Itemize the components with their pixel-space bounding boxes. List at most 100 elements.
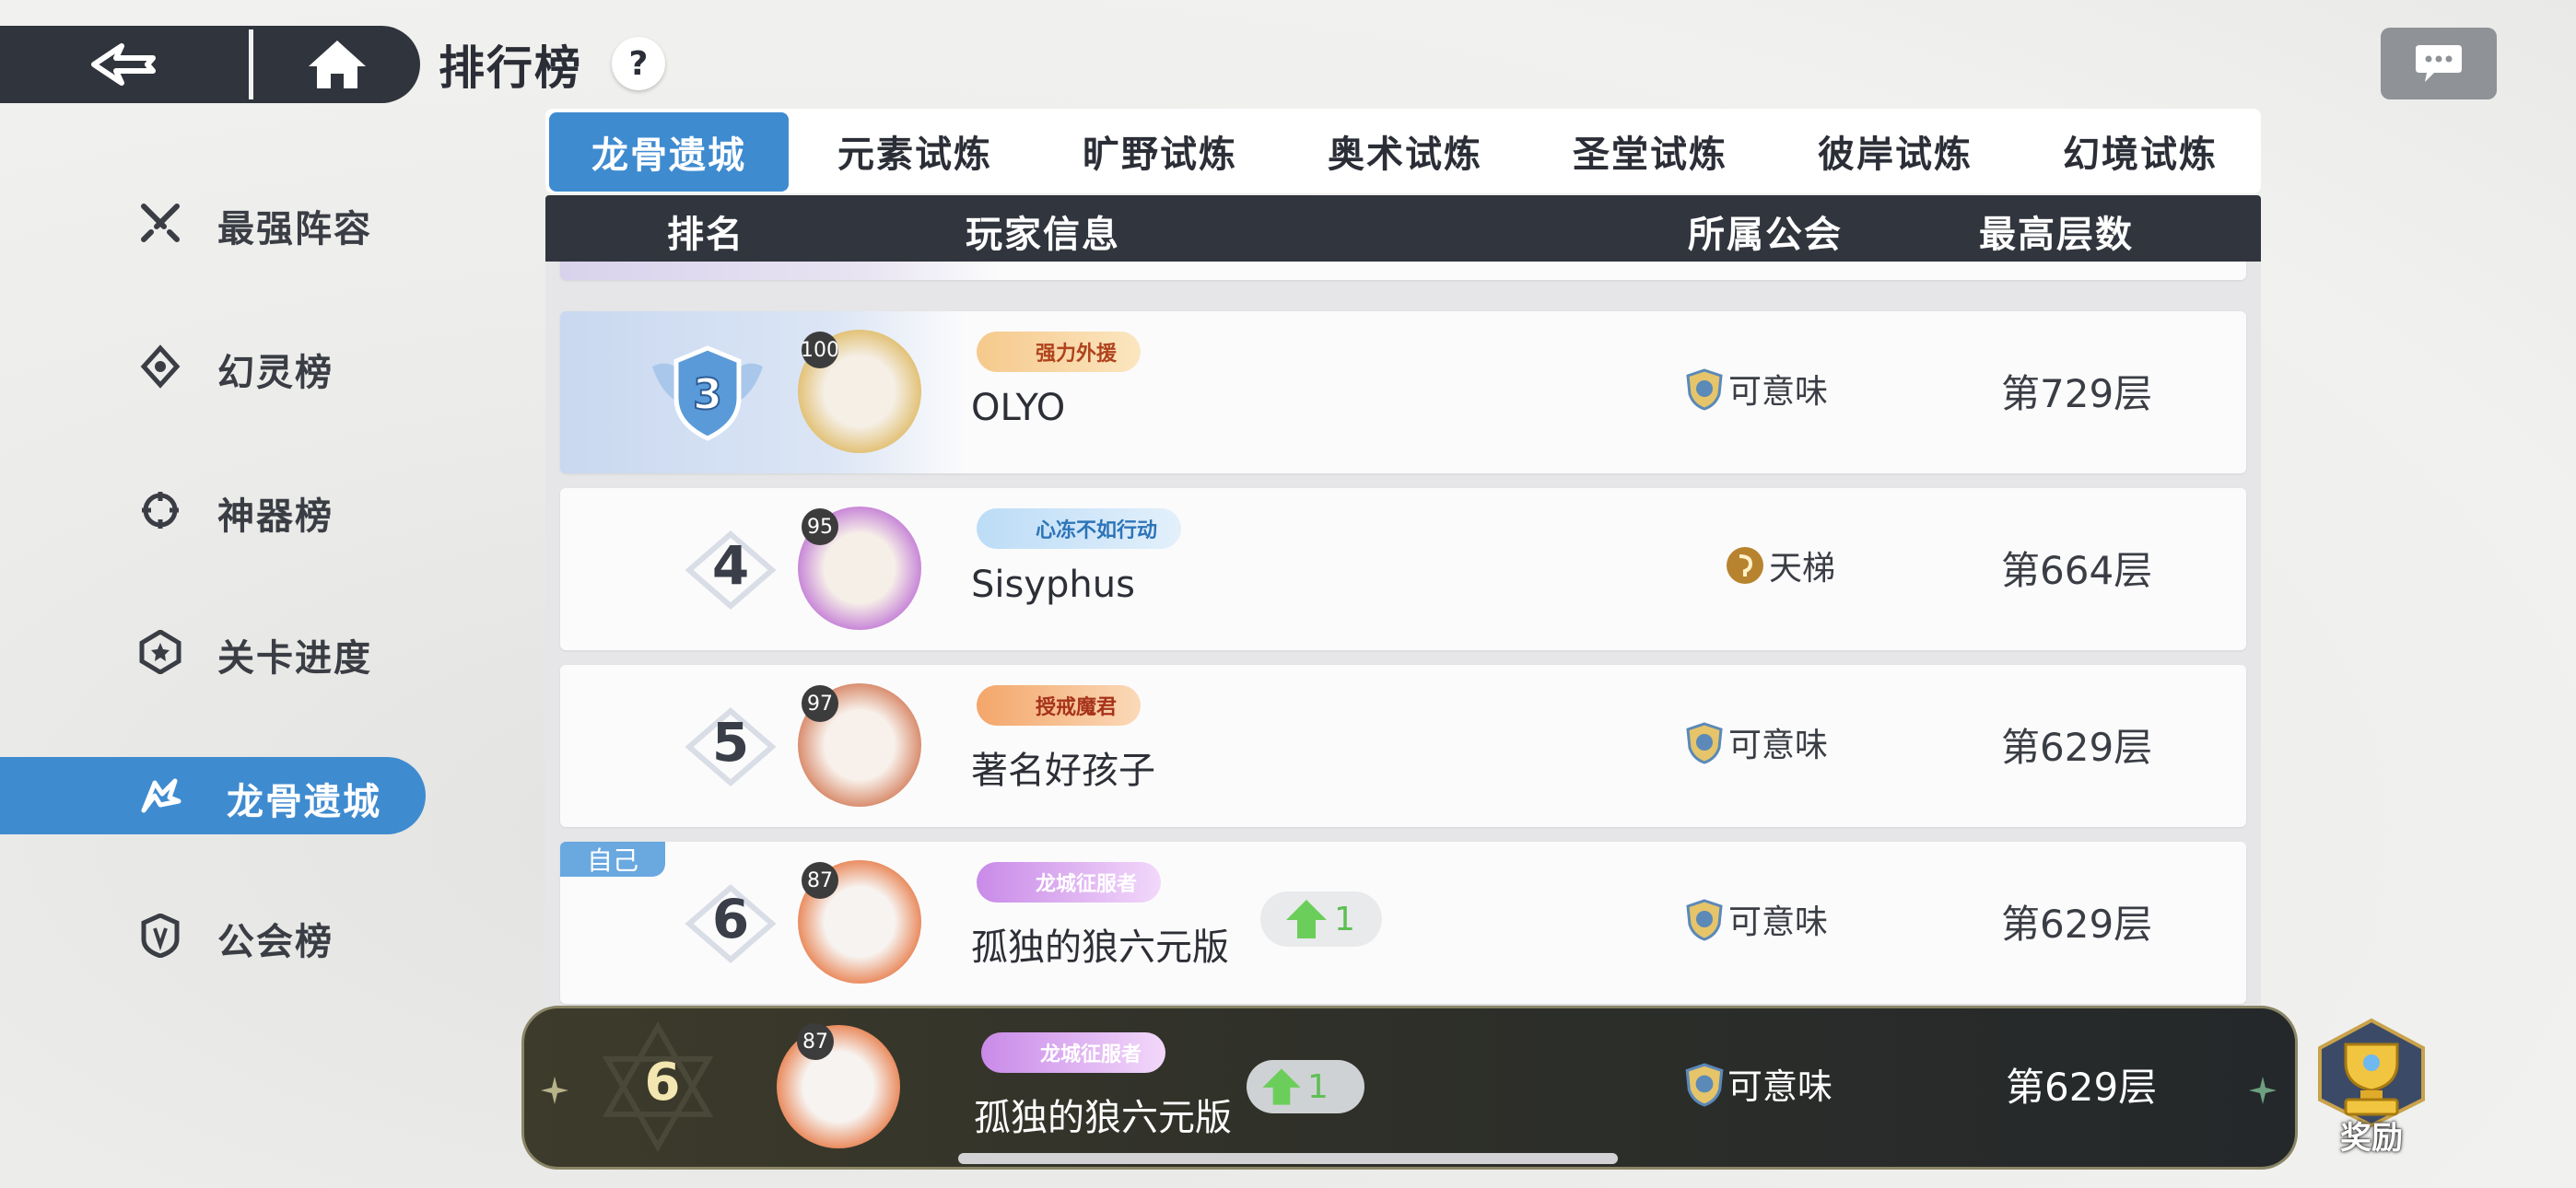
back-arrow-icon — [91, 43, 156, 86]
top-nav-bar — [0, 26, 420, 103]
player-name: OLYO — [971, 387, 1066, 429]
sidebar-item-stage-progress[interactable]: 关卡进度 — [0, 613, 426, 691]
level-badge: 87 — [802, 862, 838, 899]
trial-tab-bar: 龙骨遗城 元素试炼 旷野试炼 奥术试炼 圣堂试炼 彼岸试炼 幻境试炼 — [545, 109, 2261, 193]
sidebar-item-artifact[interactable]: 神器榜 — [0, 472, 426, 549]
guild-info: 可意味 — [1682, 895, 1828, 943]
rank-number: 3 — [693, 369, 722, 419]
rank-3-medal-icon: 3 — [652, 345, 763, 441]
sidebar-item-strongest-lineup[interactable]: 最强阵容 — [0, 184, 426, 262]
page-title: 排行榜 — [439, 41, 582, 95]
rank-number: 6 — [711, 888, 750, 950]
home-icon — [309, 41, 366, 88]
guild-emblem-icon — [1685, 1063, 1724, 1107]
sidebar-item-label: 关卡进度 — [217, 637, 372, 680]
guild-name: 可意味 — [1728, 727, 1829, 764]
sidebar-item-label: 幻灵榜 — [217, 352, 334, 394]
my-rank-change-badge: 1 — [1247, 1060, 1364, 1113]
my-rank-bar[interactable]: 6 87 龙城征服者 孤独的狼六元版 1 可意味 第629层 — [521, 1006, 2298, 1170]
title-badge: 龙城征服者 — [977, 862, 1162, 903]
help-button[interactable]: ? — [612, 37, 665, 90]
column-header-rank: 排名 — [667, 214, 744, 256]
player-name: Sisyphus — [971, 564, 1135, 606]
my-rank-number: 6 — [644, 1053, 681, 1112]
guild-info: 天梯 — [1723, 542, 1835, 589]
star-badge-icon — [139, 630, 181, 674]
ranking-list[interactable]: 3 100 强力外援 OLYO 可意味 第729层 4 95 心冻不如行动 Si… — [545, 262, 2261, 1007]
tab-sanctuary-trial[interactable]: 圣堂试炼 — [1528, 109, 1773, 193]
up-arrow-icon — [1262, 1068, 1301, 1105]
my-title-badge: 龙城征服者 — [981, 1032, 1166, 1073]
guild-info: 可意味 — [1682, 718, 1828, 766]
rank-change-badge: 1 — [1260, 891, 1382, 947]
guild-emblem-icon — [1727, 547, 1763, 584]
tab-arcane-trial[interactable]: 奥术试炼 — [1282, 109, 1528, 193]
home-button[interactable] — [256, 26, 418, 103]
guild-name: 天梯 — [1769, 550, 1836, 588]
tab-dragon-bone-city[interactable]: 龙骨遗城 — [549, 112, 789, 192]
trophy-chest-icon — [2318, 1018, 2425, 1128]
my-player-name: 孤独的狼六元版 — [974, 1097, 1232, 1139]
sidebar-item-label: 最强阵容 — [217, 208, 372, 250]
max-floors: 第629层 — [2001, 902, 2153, 947]
guild-emblem-icon — [1686, 368, 1723, 411]
tab-far-shore-trial[interactable]: 彼岸试炼 — [1773, 109, 2018, 193]
sidebar-item-dragon-bone-city[interactable]: 龙骨遗城 — [0, 757, 426, 834]
tab-wilderness-trial[interactable]: 旷野试炼 — [1037, 109, 1282, 193]
tab-illusion-trial[interactable]: 幻境试炼 — [2018, 109, 2263, 193]
reward-label: 奖励 — [2340, 1120, 2403, 1157]
my-guild-name: 可意味 — [1727, 1066, 1833, 1107]
guild-name: 可意味 — [1728, 903, 1829, 941]
back-button[interactable] — [0, 26, 247, 103]
guild-info: 可意味 — [1682, 365, 1828, 413]
table-header: 排名 玩家信息 所属公会 最高层数 — [545, 195, 2261, 262]
sidebar-item-spirit[interactable]: 幻灵榜 — [0, 328, 426, 405]
max-floors: 第629层 — [2001, 725, 2153, 770]
sparkle-icon — [541, 1077, 568, 1104]
rank-change-value: 1 — [1334, 900, 1355, 938]
spirit-icon — [140, 344, 181, 389]
scrollbar-thumb[interactable] — [958, 1153, 1618, 1164]
rank-number: 4 — [711, 534, 750, 597]
sidebar-item-label: 公会榜 — [217, 921, 334, 963]
level-badge: 97 — [802, 685, 838, 722]
chat-bubble-icon — [2416, 45, 2462, 82]
player-name: 著名好孩子 — [971, 750, 1155, 792]
nav-divider — [249, 29, 253, 99]
guild-name: 可意味 — [1728, 373, 1829, 411]
player-name: 孤独的狼六元版 — [971, 926, 1229, 969]
max-floors: 第664层 — [2001, 548, 2153, 593]
up-arrow-icon — [1286, 900, 1327, 938]
self-tag: 自己 — [560, 842, 665, 877]
level-badge: 95 — [802, 508, 838, 545]
my-rank-change-value: 1 — [1307, 1067, 1329, 1106]
table-row[interactable]: 5 97 授戒魔君 著名好孩子 可意味 第629层 — [560, 665, 2246, 827]
swords-icon — [141, 204, 180, 242]
tab-element-trial[interactable]: 元素试炼 — [792, 109, 1037, 193]
sidebar-item-label: 龙骨遗城 — [227, 781, 381, 823]
table-row[interactable]: 自己 6 87 龙城征服者 孤独的狼六元版 1 可意味 第629层 — [560, 842, 2246, 1004]
sparkle-icon — [2249, 1077, 2277, 1104]
shield-icon — [141, 914, 180, 958]
max-floors: 第729层 — [2001, 371, 2153, 416]
column-header-player-info: 玩家信息 — [966, 214, 1120, 256]
title-badge: 授戒魔君 — [977, 685, 1142, 726]
chat-button[interactable] — [2381, 28, 2497, 99]
reward-button[interactable]: 奖励 — [2309, 1017, 2434, 1157]
table-row[interactable] — [560, 262, 2246, 280]
guild-emblem-icon — [1686, 899, 1723, 941]
title-badge: 强力外援 — [977, 332, 1142, 372]
table-row[interactable]: 4 95 心冻不如行动 Sisyphus 天梯 第664层 — [560, 488, 2246, 650]
title-badge: 心冻不如行动 — [977, 508, 1182, 549]
column-header-max-floors: 最高层数 — [1979, 214, 2134, 256]
level-badge: 100 — [801, 332, 839, 368]
my-avatar[interactable] — [777, 1025, 900, 1148]
artifact-icon — [142, 492, 179, 529]
my-max-floors: 第629层 — [2006, 1065, 2158, 1110]
my-level-badge: 87 — [797, 1023, 834, 1060]
table-row[interactable]: 3 100 强力外援 OLYO 可意味 第729层 — [560, 311, 2246, 473]
my-guild-info: 可意味 — [1681, 1058, 1832, 1109]
dragon-icon — [141, 778, 181, 813]
sidebar-item-guild-ranking[interactable]: 公会榜 — [0, 897, 426, 974]
rank-number: 5 — [711, 711, 750, 774]
